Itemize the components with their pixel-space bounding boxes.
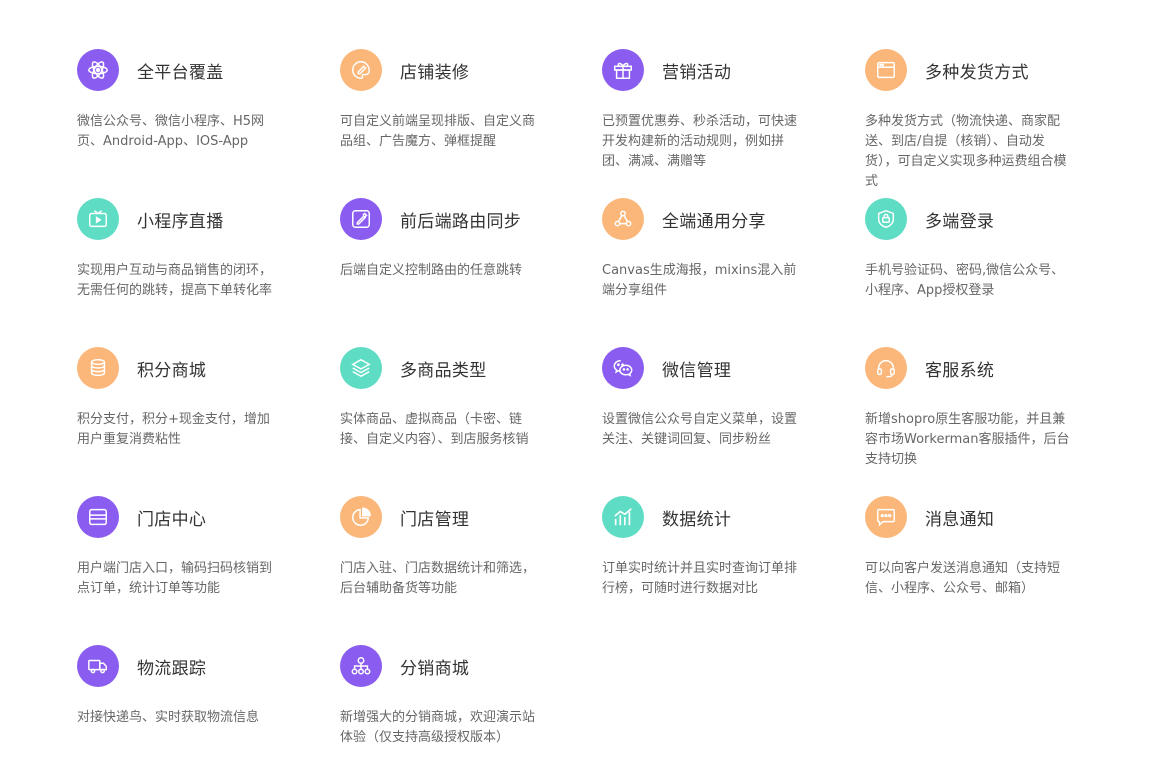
feature-card: 物流跟踪 对接快递鸟、实时获取物流信息 <box>77 644 299 728</box>
feature-card: 消息通知可以向客户发送消息通知（支持短信、小程序、公众号、邮箱） <box>865 495 1087 599</box>
feature-card: 客服系统新增shopro原生客服功能，并且兼容市场Workerman客服插件，后… <box>865 346 1087 470</box>
feature-title: 门店中心 <box>137 509 207 530</box>
chat-bubble-icon <box>865 496 907 538</box>
feature-title: 积分商城 <box>137 360 207 381</box>
feature-description: 多种发货方式（物流快递、商家配送、到店/自提（核销）、自动发货），可自定义实现多… <box>865 114 1067 189</box>
feature-header: 门店管理 <box>340 495 562 539</box>
feature-card: 积分商城积分支付，积分+现金支付，增加用户重复消费粘性 <box>77 346 299 450</box>
feature-header: 微信管理 <box>602 346 824 390</box>
pie-chart-icon <box>340 496 382 538</box>
feature-description: 门店入驻、门店数据统计和筛选，后台辅助备货等功能 <box>340 561 536 596</box>
atom-icon <box>77 49 119 91</box>
feature-title: 消息通知 <box>925 509 995 530</box>
feature-description: 可自定义前端呈现排版、自定义商品组、广告魔方、弹框提醒 <box>340 114 536 149</box>
headset-icon <box>865 347 907 389</box>
feature-header: 小程序直播 <box>77 197 299 241</box>
feature-title: 多商品类型 <box>400 360 487 381</box>
feature-card: 前后端路由同步 后端自定义控制路由的任意跳转 <box>340 197 562 281</box>
truck-icon <box>77 645 119 687</box>
gift-icon <box>602 49 644 91</box>
feature-header: 店铺装修 <box>340 48 562 92</box>
feature-title: 门店管理 <box>400 509 470 530</box>
feature-header: 多商品类型 <box>340 346 562 390</box>
coins-stack-icon <box>77 347 119 389</box>
feature-description: 已预置优惠券、秒杀活动，可快速开发构建新的活动规则，例如拼团、满减、满赠等 <box>602 114 798 169</box>
feature-card: 多种发货方式多种发货方式（物流快递、商家配送、到店/自提（核销）、自动发货），可… <box>865 48 1087 192</box>
feature-title: 分销商城 <box>400 658 470 679</box>
bar-chart-icon <box>602 496 644 538</box>
feature-description: 设置微信公众号自定义菜单，设置关注、关键词回复、同步粉丝 <box>602 412 798 447</box>
feature-description: 手机号验证码、密码,微信公众号、小程序、App授权登录 <box>865 263 1065 298</box>
wechat-icon <box>602 347 644 389</box>
layers-icon <box>340 347 382 389</box>
feature-description: 实体商品、虚拟商品（卡密、链接、自定义内容）、到店服务核销 <box>340 412 529 447</box>
feature-header: 物流跟踪 <box>77 644 299 688</box>
feature-title: 营销活动 <box>662 62 732 83</box>
palette-brush-icon <box>340 49 382 91</box>
feature-header: 门店中心 <box>77 495 299 539</box>
tv-play-icon <box>77 198 119 240</box>
feature-header: 消息通知 <box>865 495 1087 539</box>
feature-card: 微信管理设置微信公众号自定义菜单，设置关注、关键词回复、同步粉丝 <box>602 346 824 450</box>
feature-description: Canvas生成海报，mixins混入前端分享组件 <box>602 263 797 298</box>
feature-card: 小程序直播实现用户互动与商品销售的闭环，无需任何的跳转，提高下单转化率 <box>77 197 299 301</box>
shield-check-icon <box>865 198 907 240</box>
feature-description: 实现用户互动与商品销售的闭环，无需任何的跳转，提高下单转化率 <box>77 263 273 298</box>
feature-header: 全端通用分享 <box>602 197 824 241</box>
feature-header: 积分商城 <box>77 346 299 390</box>
feature-card: 店铺装修可自定义前端呈现排版、自定义商品组、广告魔方、弹框提醒 <box>340 48 562 152</box>
feature-description: 可以向客户发送消息通知（支持短信、小程序、公众号、邮箱） <box>865 561 1061 596</box>
feature-header: 前后端路由同步 <box>340 197 562 241</box>
feature-header: 分销商城 <box>340 644 562 688</box>
feature-card: 全平台覆盖微信公众号、微信小程序、H5网页、Android-App、IOS-Ap… <box>77 48 299 152</box>
feature-header: 客服系统 <box>865 346 1087 390</box>
feature-header: 营销活动 <box>602 48 824 92</box>
share-nodes-icon <box>602 198 644 240</box>
feature-description: 用户端门店入口，输码扫码核销到点订单，统计订单等功能 <box>77 561 273 596</box>
feature-card: 分销商城新增强大的分销商城，欢迎演示站体验（仅支持高级授权版本） <box>340 644 562 748</box>
feature-description: 订单实时统计并且实时查询订单排行榜，可随时进行数据对比 <box>602 561 798 596</box>
feature-description: 后端自定义控制路由的任意跳转 <box>340 263 523 278</box>
feature-card: 数据统计订单实时统计并且实时查询订单排行榜，可随时进行数据对比 <box>602 495 824 599</box>
feature-title: 多种发货方式 <box>925 62 1029 83</box>
browser-window-icon <box>865 49 907 91</box>
org-tree-icon <box>340 645 382 687</box>
feature-title: 多端登录 <box>925 211 995 232</box>
feature-card: 门店中心用户端门店入口，输码扫码核销到点订单，统计订单等功能 <box>77 495 299 599</box>
feature-card: 多商品类型实体商品、虚拟商品（卡密、链接、自定义内容）、到店服务核销 <box>340 346 562 450</box>
feature-description: 对接快递鸟、实时获取物流信息 <box>77 710 260 725</box>
feature-title: 物流跟踪 <box>137 658 207 679</box>
feature-title: 微信管理 <box>662 360 732 381</box>
feature-description: 微信公众号、微信小程序、H5网页、Android-App、IOS-App <box>77 114 265 149</box>
feature-card: 多端登录手机号验证码、密码,微信公众号、小程序、App授权登录 <box>865 197 1087 301</box>
feature-title: 店铺装修 <box>400 62 470 83</box>
feature-title: 数据统计 <box>662 509 732 530</box>
feature-description: 新增强大的分销商城，欢迎演示站体验（仅支持高级授权版本） <box>340 710 536 745</box>
card-icon <box>77 496 119 538</box>
feature-card: 全端通用分享 Canvas生成海报，mixins混入前端分享组件 <box>602 197 824 301</box>
feature-title: 前后端路由同步 <box>400 211 522 232</box>
feature-header: 全平台覆盖 <box>77 48 299 92</box>
feature-title: 全端通用分享 <box>662 211 766 232</box>
feature-card: 营销活动已预置优惠券、秒杀活动，可快速开发构建新的活动规则，例如拼团、满减、满赠… <box>602 48 824 172</box>
feature-title: 全平台覆盖 <box>137 62 224 83</box>
feature-header: 数据统计 <box>602 495 824 539</box>
link-edit-icon <box>340 198 382 240</box>
feature-title: 客服系统 <box>925 360 995 381</box>
feature-title: 小程序直播 <box>137 211 224 232</box>
feature-card: 门店管理门店入驻、门店数据统计和筛选，后台辅助备货等功能 <box>340 495 562 599</box>
feature-header: 多种发货方式 <box>865 48 1087 92</box>
feature-header: 多端登录 <box>865 197 1087 241</box>
feature-description: 积分支付，积分+现金支付，增加用户重复消费粘性 <box>77 412 270 447</box>
feature-description: 新增shopro原生客服功能，并且兼容市场Workerman客服插件，后台支持切… <box>865 412 1070 467</box>
